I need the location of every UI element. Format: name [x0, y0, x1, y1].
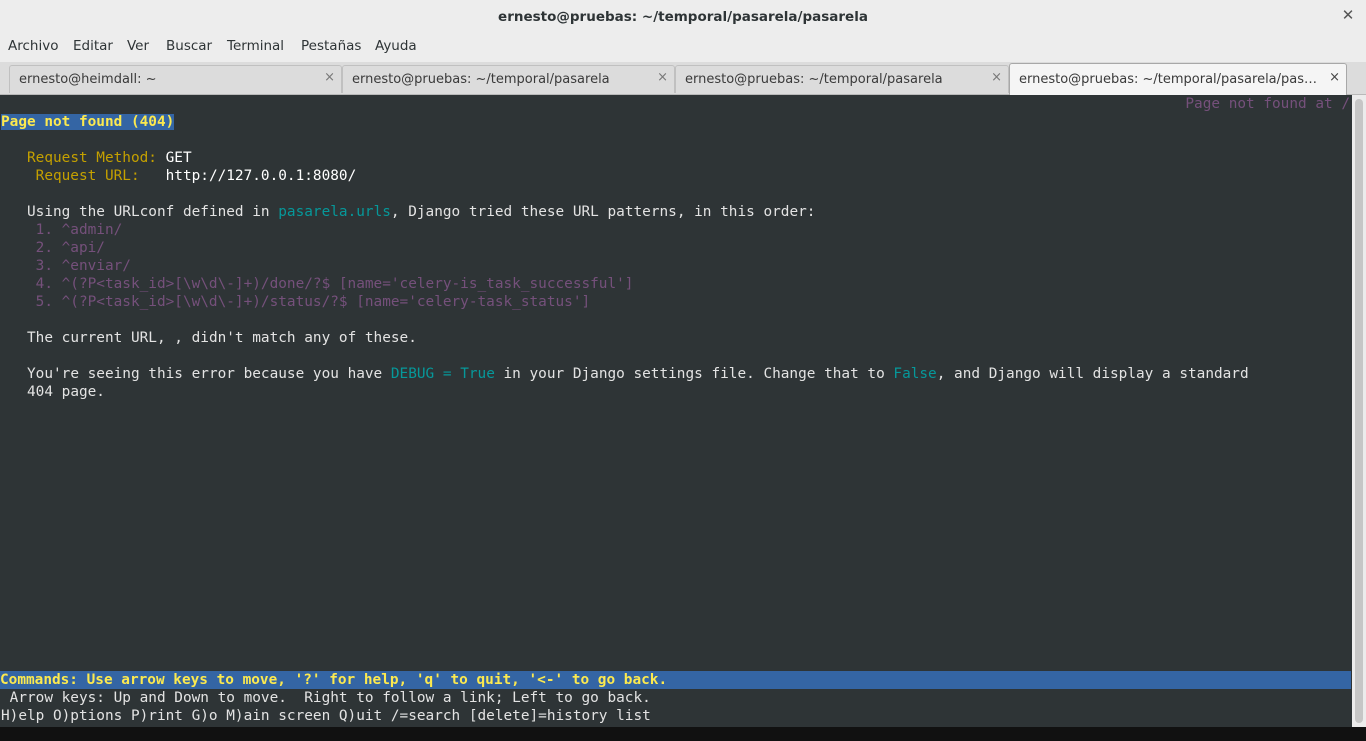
menu-ver[interactable]: Ver — [127, 38, 149, 54]
menu-buscar[interactable]: Buscar — [166, 38, 212, 54]
tab-pruebas-2[interactable]: ernesto@pruebas: ~/temporal/pasarela × — [675, 65, 1009, 93]
tab-label: ernesto@heimdall: ~ — [19, 72, 157, 87]
url-pattern-item: 3. ^enviar/ — [1, 257, 131, 275]
url-pattern-item: 4. ^(?P<task_id>[\w\d\-]+)/done/?$ [name… — [1, 275, 634, 293]
urlconf-suffix: , Django tried these URL patterns, in th… — [390, 204, 816, 220]
url-pattern-item: 2. ^api/ — [1, 239, 105, 257]
window-titlebar: ernesto@pruebas: ~/temporal/pasarela/pas… — [0, 0, 1366, 34]
window-close-button[interactable]: ✕ — [1336, 4, 1360, 28]
debug-suffix: , and Django will display a standard — [936, 366, 1249, 382]
url-pattern-item: 1. ^admin/ — [1, 221, 123, 239]
command-bar: Commands: Use arrow keys to move, '?' fo… — [0, 671, 1351, 689]
request-method-value: GET — [165, 150, 192, 166]
request-url-value: http://127.0.0.1:8080/ — [165, 168, 357, 184]
debug-false-link[interactable]: False — [893, 366, 936, 382]
menu-bar: Archivo Editar Ver Buscar Terminal Pesta… — [0, 34, 1366, 62]
help-line-1: Arrow keys: Up and Down to move. Right t… — [1, 689, 651, 707]
command-bar-text: Commands: Use arrow keys to move, '?' fo… — [0, 672, 668, 688]
debug-setting-link[interactable]: DEBUG = True — [391, 366, 495, 382]
page-title-indicator: Page not found at / — [1185, 96, 1350, 112]
no-match-line: The current URL, , didn't match any of t… — [1, 329, 417, 347]
tab-pruebas-1[interactable]: ernesto@pruebas: ~/temporal/pasarela × — [342, 65, 675, 93]
menu-ayuda[interactable]: Ayuda — [375, 38, 417, 54]
menu-archivo[interactable]: Archivo — [8, 38, 58, 54]
tab-label: ernesto@pruebas: ~/temporal/pasarela — [685, 72, 943, 87]
help-line-1-text: Arrow keys: Up and Down to move. Right t… — [1, 690, 651, 706]
debug-middle: in your Django settings file. Change tha… — [494, 366, 894, 382]
tab-label: ernesto@pruebas: ~/temporal/pasarela — [352, 72, 610, 87]
menu-pestanas[interactable]: Pestañas — [301, 38, 361, 54]
urlconf-line: Using the URLconf defined in pasarela.ur… — [1, 203, 815, 221]
debug-line: You're seeing this error because you hav… — [1, 365, 1249, 383]
window-title: ernesto@pruebas: ~/temporal/pasarela/pas… — [498, 9, 868, 25]
url-pattern-item: 5. ^(?P<task_id>[\w\d\-]+)/status/?$ [na… — [1, 293, 591, 311]
window-bottom-edge — [0, 727, 1366, 741]
urlconf-prefix: Using the URLconf defined in — [27, 204, 279, 220]
error-heading-line: Page not found (404) — [1, 113, 175, 131]
tab-bar: ernesto@heimdall: ~ × ernesto@pruebas: ~… — [0, 62, 1366, 95]
url-pattern: 1. ^admin/ — [35, 222, 123, 238]
request-url-label: Request URL: — [35, 168, 140, 184]
debug-line-2: 404 page. — [1, 383, 105, 401]
debug-line2-text: 404 page. — [27, 384, 105, 400]
url-pattern: 3. ^enviar/ — [35, 258, 131, 274]
url-pattern: 4. ^(?P<task_id>[\w\d\-]+)/done/?$ [name… — [35, 276, 634, 292]
url-pattern: 5. ^(?P<task_id>[\w\d\-]+)/status/?$ [na… — [35, 294, 591, 310]
tab-pruebas-active[interactable]: ernesto@pruebas: ~/temporal/pasarela/pas… — [1009, 63, 1347, 95]
urlconf-module-link[interactable]: pasarela.urls — [278, 204, 391, 220]
request-method-label: Request Method: — [27, 150, 157, 166]
debug-prefix: You're seeing this error because you hav… — [27, 366, 391, 382]
tab-heimdall[interactable]: ernesto@heimdall: ~ × — [9, 65, 342, 93]
terminal-view[interactable]: Page not found at / Page not found (404)… — [0, 95, 1352, 727]
request-url-line: Request URL: http://127.0.0.1:8080/ — [1, 167, 357, 185]
tab-close-icon[interactable]: × — [991, 70, 1002, 85]
tab-close-icon[interactable]: × — [657, 70, 668, 85]
terminal-scrollbar[interactable] — [1352, 95, 1366, 727]
error-heading: Page not found (404) — [1, 114, 175, 130]
tab-close-icon[interactable]: × — [1329, 70, 1340, 85]
request-method-line: Request Method: GET — [1, 149, 192, 167]
scrollbar-thumb[interactable] — [1355, 99, 1363, 723]
menu-editar[interactable]: Editar — [73, 38, 113, 54]
url-pattern: 2. ^api/ — [35, 240, 105, 256]
help-line-2: H)elp O)ptions P)rint G)o M)ain screen Q… — [1, 707, 651, 725]
help-line-2-text: H)elp O)ptions P)rint G)o M)ain screen Q… — [1, 708, 651, 724]
menu-terminal[interactable]: Terminal — [227, 38, 284, 54]
tab-close-icon[interactable]: × — [324, 70, 335, 85]
tab-label: ernesto@pruebas: ~/temporal/pasarela/pas… — [1019, 72, 1322, 87]
no-match-text: The current URL, , didn't match any of t… — [27, 330, 417, 346]
